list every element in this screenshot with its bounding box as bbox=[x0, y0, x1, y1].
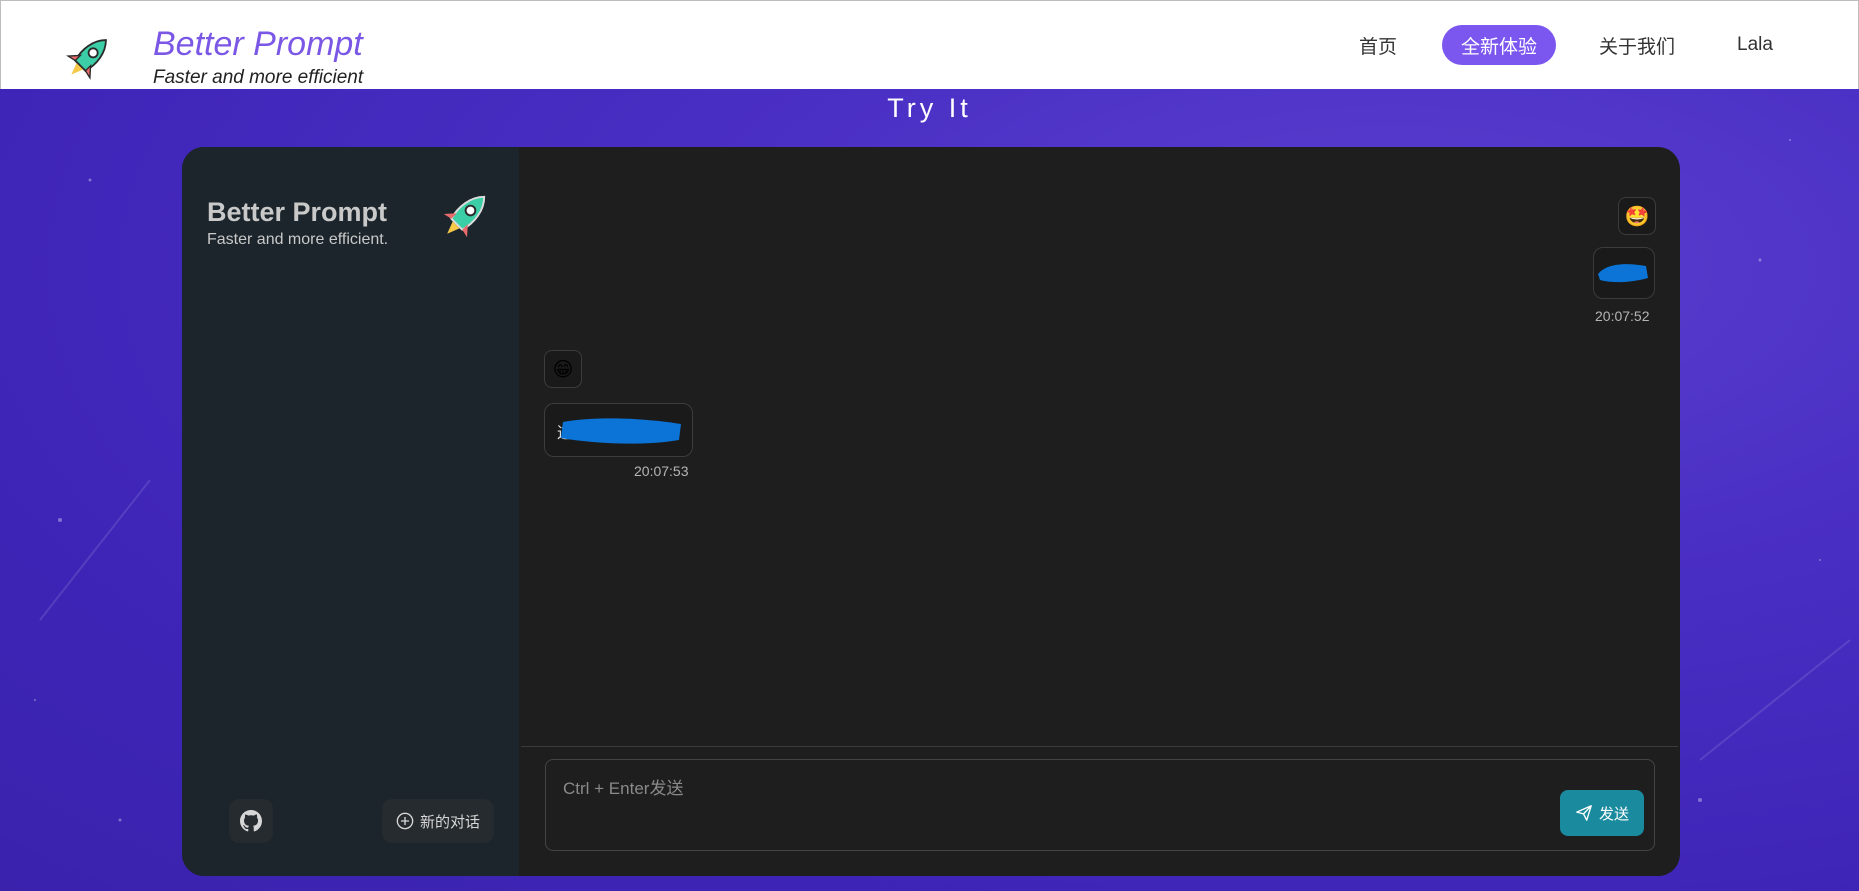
top-navbar: Better Prompt Faster and more efficient … bbox=[0, 0, 1859, 89]
nav-about-us[interactable]: 关于我们 bbox=[1591, 25, 1683, 65]
plus-circle-icon bbox=[396, 812, 414, 830]
sidebar-subtitle: Faster and more efficient. bbox=[207, 231, 389, 248]
brand-subtitle: Faster and more efficient bbox=[153, 67, 364, 88]
paper-plane-icon bbox=[1576, 805, 1592, 821]
new-chat-label: 新的对话 bbox=[419, 813, 480, 831]
github-icon bbox=[240, 810, 262, 832]
sidebar-title: Better Prompt bbox=[207, 197, 388, 227]
user-message-bubble[interactable] bbox=[1593, 247, 1655, 299]
github-button[interactable] bbox=[229, 799, 273, 843]
rocket-logo-icon bbox=[65, 39, 107, 81]
user-avatar-emoji: 🤩 bbox=[1618, 197, 1656, 235]
redaction-scribble bbox=[561, 418, 681, 444]
page-heading: Try It bbox=[887, 93, 972, 123]
nav-user-lala[interactable]: Lala bbox=[1726, 25, 1784, 65]
sidebar: Better Prompt Faster and more efficient.… bbox=[182, 147, 519, 876]
assistant-message-time: 20:07:53 bbox=[634, 463, 689, 479]
rocket-icon bbox=[443, 195, 486, 238]
brand-title[interactable]: Better Prompt bbox=[153, 25, 363, 64]
message-input-box: 发送 bbox=[545, 759, 1655, 851]
nav-new-experience[interactable]: 全新体验 bbox=[1442, 25, 1556, 65]
send-button[interactable]: 发送 bbox=[1560, 790, 1644, 836]
new-chat-button[interactable]: 新的对话 bbox=[382, 799, 494, 843]
composer: 发送 bbox=[521, 746, 1678, 876]
redaction-scribble bbox=[1598, 264, 1648, 283]
assistant-message-bubble[interactable]: 这 bbox=[544, 403, 693, 457]
nav-home[interactable]: 首页 bbox=[1349, 25, 1407, 65]
user-message-time: 20:07:52 bbox=[1595, 308, 1650, 324]
message-input[interactable] bbox=[546, 760, 1654, 850]
chat-panel: Better Prompt Faster and more efficient.… bbox=[182, 147, 1680, 876]
send-label: 发送 bbox=[1598, 805, 1629, 823]
assistant-avatar-emoji: 😁 bbox=[544, 350, 582, 388]
